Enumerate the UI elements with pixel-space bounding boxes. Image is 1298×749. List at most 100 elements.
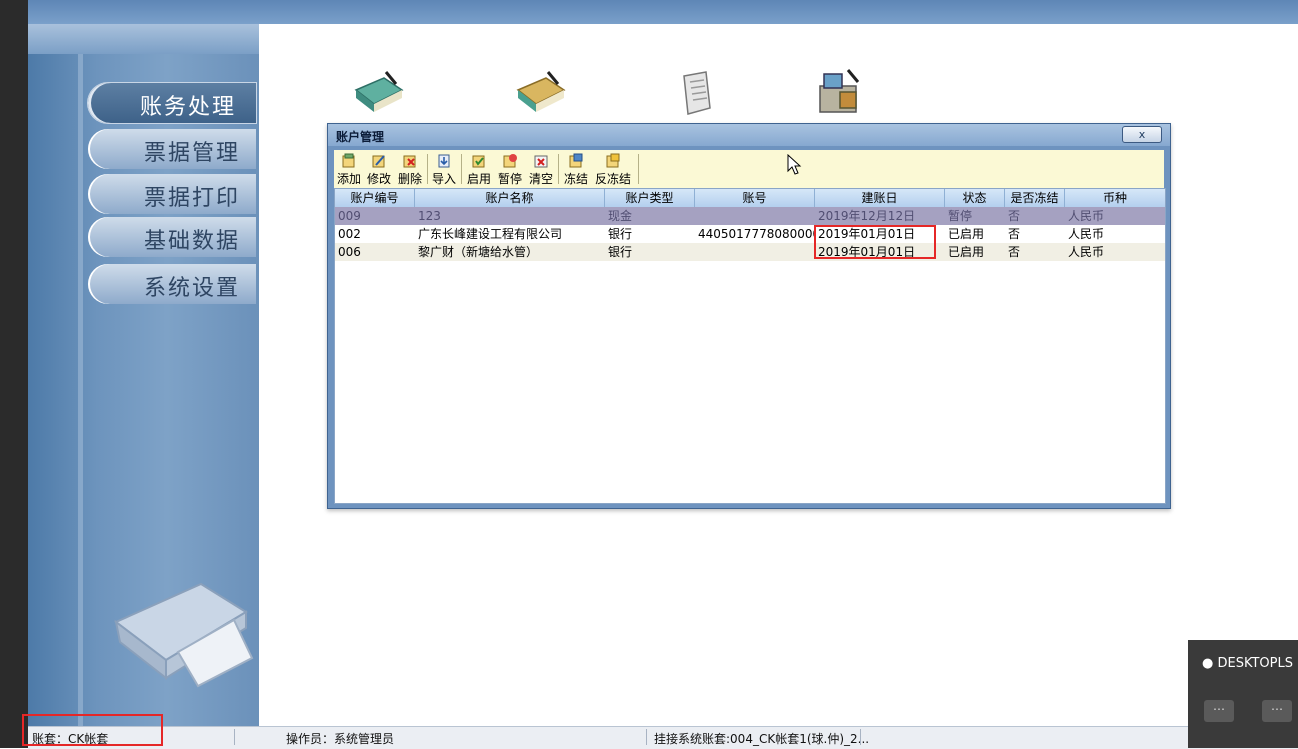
account-management-window: 账户管理 x 添加 修改 删除 导入 启用 暂停 清空 冻结 反冻结 账户编号 … bbox=[327, 123, 1171, 509]
cell-currency: 人民币 bbox=[1068, 227, 1105, 241]
column-header[interactable]: 是否冻结 bbox=[1005, 189, 1065, 207]
unfreeze-button[interactable]: 反冻结 bbox=[593, 152, 633, 186]
pause-icon bbox=[503, 154, 517, 168]
printer-icon bbox=[114, 582, 254, 688]
column-header[interactable]: 币种 bbox=[1065, 189, 1165, 207]
edit-button[interactable]: 修改 bbox=[365, 152, 393, 186]
status-operator: 操作员：系统管理员 bbox=[286, 732, 395, 746]
cell-currency: 人民币 bbox=[1068, 209, 1105, 223]
status-separator bbox=[234, 729, 235, 745]
import-button[interactable]: 导入 bbox=[431, 152, 457, 186]
delete-button[interactable]: 删除 bbox=[396, 152, 424, 186]
remote-session-panel: ● DESKTOPLS ⋯ ⋯ bbox=[1188, 640, 1298, 748]
table-row[interactable]: 002 广东长峰建设工程有限公司 银行 44050177780800000 20… bbox=[335, 225, 1165, 243]
sidebar-item-label: 票据打印 bbox=[143, 186, 240, 211]
close-icon: x bbox=[1138, 128, 1146, 141]
cell-account-name: 黎广财（新塘给水管） bbox=[418, 245, 539, 259]
sidebar-item-system-settings[interactable]: 系统设置 bbox=[88, 264, 256, 304]
cell-account-id: 006 bbox=[338, 245, 361, 259]
keyboard-button[interactable]: ⋯ bbox=[1262, 700, 1292, 722]
cell-status: 已启用 bbox=[948, 245, 985, 259]
chat-icon: ⋯ bbox=[1213, 702, 1225, 716]
cell-account-number: 44050177780800000 bbox=[698, 227, 815, 241]
sidebar-header bbox=[28, 24, 259, 54]
unfreeze-label: 反冻结 bbox=[594, 172, 631, 186]
cell-account-name: 123 bbox=[418, 209, 441, 223]
sidebar-item-base-data[interactable]: 基础数据 bbox=[88, 217, 256, 257]
close-button[interactable]: x bbox=[1122, 126, 1162, 143]
sidebar: 账务处理 票据管理 票据打印 基础数据 系统设置 bbox=[28, 24, 259, 726]
top-banner bbox=[28, 0, 1298, 24]
add-label: 添加 bbox=[336, 172, 361, 186]
cell-account-type: 现金 bbox=[608, 209, 633, 223]
cell-currency: 人民币 bbox=[1068, 245, 1105, 259]
sidebar-stripe bbox=[78, 54, 83, 726]
table-header: 账户编号 账户名称 账户类型 账号 建账日 状态 是否冻结 币种 bbox=[335, 189, 1165, 207]
cell-account-type: 银行 bbox=[608, 227, 633, 241]
remote-user: ● DESKTOPLS bbox=[1202, 656, 1293, 671]
delete-label: 删除 bbox=[397, 172, 422, 186]
remote-user-name: DESKTOPLS bbox=[1217, 656, 1293, 671]
status-linked-account: 挂接系统账套:004_CK帐套1(球.仲)_2... bbox=[654, 732, 870, 746]
status-separator bbox=[860, 729, 861, 745]
status-separator bbox=[646, 729, 647, 745]
sidebar-item-label: 票据管理 bbox=[143, 141, 240, 166]
column-header[interactable]: 账户名称 bbox=[415, 189, 605, 207]
table-row[interactable]: 006 黎广财（新塘给水管） 银行 2019年01月01日 已启用 否 人民币 bbox=[335, 243, 1165, 261]
column-header[interactable]: 建账日 bbox=[815, 189, 945, 207]
enable-button[interactable]: 启用 bbox=[465, 152, 493, 186]
column-header[interactable]: 状态 bbox=[945, 189, 1005, 207]
freeze-label: 冻结 bbox=[563, 172, 588, 186]
column-header[interactable]: 账户编号 bbox=[335, 189, 415, 207]
cell-account-type: 银行 bbox=[608, 245, 633, 259]
left-edge-strip bbox=[0, 0, 28, 748]
toolbar-separator bbox=[558, 154, 559, 184]
edit-icon bbox=[372, 155, 385, 168]
freeze-button[interactable]: 冻结 bbox=[562, 152, 590, 186]
column-header[interactable]: 账号 bbox=[695, 189, 815, 207]
toolbar-separator bbox=[461, 154, 462, 184]
mouse-cursor-icon bbox=[787, 154, 802, 175]
delete-icon bbox=[403, 155, 416, 168]
unfreeze-icon bbox=[606, 153, 620, 168]
ledger-book-icon bbox=[354, 71, 404, 112]
sidebar-item-label: 基础数据 bbox=[143, 229, 240, 254]
enable-icon bbox=[472, 155, 485, 168]
enable-label: 启用 bbox=[466, 172, 491, 186]
cell-frozen: 否 bbox=[1008, 245, 1021, 259]
cell-account-number bbox=[695, 243, 815, 261]
pause-button[interactable]: 暂停 bbox=[496, 152, 524, 186]
sidebar-item-bill-printing[interactable]: 票据打印 bbox=[88, 174, 256, 214]
freeze-icon bbox=[569, 153, 583, 168]
cell-frozen: 否 bbox=[1008, 209, 1021, 223]
window-titlebar[interactable]: 账户管理 x bbox=[328, 124, 1170, 146]
cell-status: 暂停 bbox=[948, 209, 973, 223]
sidebar-item-label: 账务处理 bbox=[139, 95, 236, 120]
toolbar-separator bbox=[427, 154, 428, 184]
window-title: 账户管理 bbox=[336, 130, 385, 144]
account-table: 账户编号 账户名称 账户类型 账号 建账日 状态 是否冻结 币种 009 123… bbox=[334, 188, 1166, 504]
scroll-report-icon bbox=[683, 71, 711, 115]
add-button[interactable]: 添加 bbox=[336, 152, 362, 186]
toolbar: 添加 修改 删除 导入 启用 暂停 清空 冻结 反冻结 bbox=[334, 150, 1164, 189]
sidebar-item-accounting[interactable]: 账务处理 bbox=[88, 83, 256, 123]
cell-status: 已启用 bbox=[948, 227, 985, 241]
toolbar-separator bbox=[638, 154, 639, 184]
clear-icon bbox=[534, 155, 548, 168]
keyboard-icon: ⋯ bbox=[1271, 702, 1283, 716]
table-row[interactable]: 009 123 现金 2019年12月12日 暂停 否 人民币 bbox=[335, 207, 1165, 225]
status-account-set: 账套：CK帐套 bbox=[32, 732, 109, 746]
cell-open-date: 2019年01月01日 bbox=[818, 227, 916, 241]
user-icon: ● bbox=[1202, 656, 1214, 671]
sidebar-item-label: 系统设置 bbox=[143, 276, 240, 301]
import-icon bbox=[438, 154, 450, 168]
clear-button[interactable]: 清空 bbox=[527, 152, 555, 186]
column-header[interactable]: 账户类型 bbox=[605, 189, 695, 207]
chat-button[interactable]: ⋯ bbox=[1204, 700, 1234, 722]
cell-account-number bbox=[695, 207, 815, 225]
sidebar-item-bill-management[interactable]: 票据管理 bbox=[88, 129, 256, 169]
import-label: 导入 bbox=[431, 172, 456, 186]
cell-open-date: 2019年01月01日 bbox=[818, 245, 916, 259]
cell-frozen: 否 bbox=[1008, 227, 1021, 241]
clear-label: 清空 bbox=[528, 172, 553, 186]
